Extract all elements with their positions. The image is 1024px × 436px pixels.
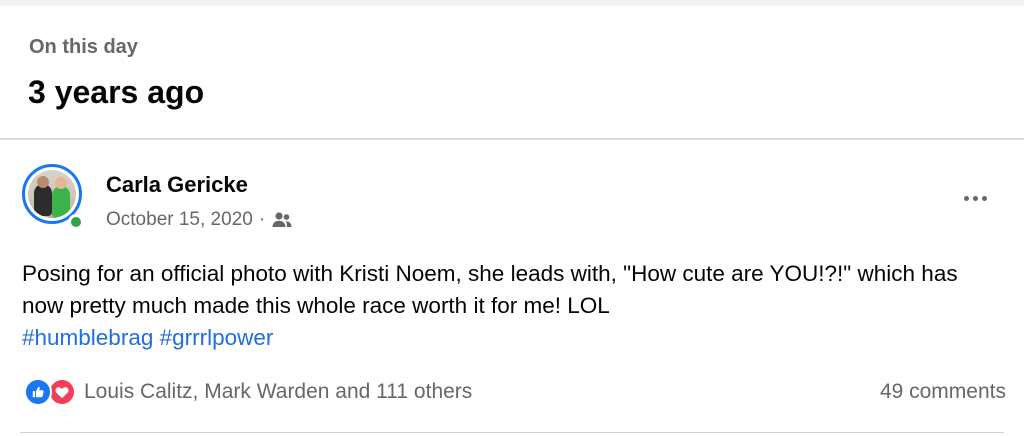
post-author[interactable]: Carla Gericke (106, 172, 248, 198)
photo-head-right (55, 177, 67, 189)
dot-icon (972, 195, 978, 201)
memory-headline: 3 years ago (28, 74, 205, 110)
friends-icon[interactable] (271, 211, 293, 229)
like-reaction-icon (24, 378, 52, 406)
love-reaction-icon (48, 378, 76, 406)
dot-icon (981, 195, 987, 201)
divider (20, 432, 1004, 433)
memory-header: On this day 3 years ago (0, 6, 1024, 138)
photo-person-right (52, 186, 70, 218)
more-options-button[interactable] (955, 186, 995, 210)
reaction-names[interactable]: Louis Calitz, Mark Warden and 111 others (84, 380, 472, 404)
post-meta: October 15, 2020 · (106, 209, 293, 231)
post-body: Posing for an official photo with Kristi… (22, 261, 958, 318)
comments-count[interactable]: 49 comments (880, 380, 1006, 404)
hashtag-grrrlpower[interactable]: #grrrlpower (160, 325, 274, 350)
post-date[interactable]: October 15, 2020 (106, 209, 253, 231)
profile-photo (28, 170, 76, 218)
hashtag-humblebrag[interactable]: #humblebrag (22, 325, 153, 350)
meta-separator: · (258, 209, 266, 230)
photo-person-left (34, 184, 52, 216)
photo-head-left (37, 176, 49, 188)
dot-icon (963, 195, 969, 201)
post-text: Posing for an official photo with Kristi… (22, 258, 1002, 354)
post: Carla Gericke October 15, 2020 · Posing … (0, 140, 1024, 436)
memory-eyebrow: On this day (29, 36, 138, 58)
memory-card: On this day 3 years ago Carla Gericke Oc… (0, 6, 1024, 436)
online-status-icon (68, 214, 84, 230)
reaction-summary[interactable]: Louis Calitz, Mark Warden and 111 others (24, 378, 472, 406)
